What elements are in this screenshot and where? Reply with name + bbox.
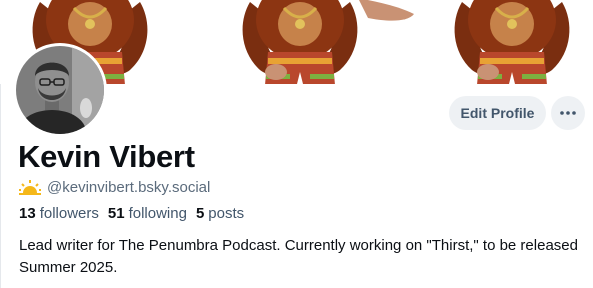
posts-stat: 5 posts: [196, 205, 244, 222]
left-border: [0, 84, 1, 288]
following-count: 51: [107, 205, 125, 222]
posts-count: 5: [195, 205, 205, 222]
profile-stats: 13 followers 51 following 5 posts: [19, 205, 253, 222]
followers-label: followers: [39, 205, 99, 222]
following-label: following: [128, 205, 187, 222]
handle-row: @kevinvibert.bsky.social: [19, 177, 210, 197]
sun-emoji-icon: [19, 180, 41, 195]
followers-count: 13: [19, 205, 36, 222]
profile-bio: Lead writer for The Penumbra Podcast. Cu…: [19, 237, 578, 276]
followers-link[interactable]: 13 followers: [19, 205, 99, 222]
following-link[interactable]: 51 following: [108, 205, 187, 222]
edit-profile-button[interactable]: Edit Profile: [449, 96, 546, 130]
more-horizontal-icon: [560, 111, 576, 115]
avatar[interactable]: [13, 43, 107, 137]
posts-label: posts: [208, 205, 245, 222]
user-handle[interactable]: @kevinvibert.bsky.social: [47, 179, 210, 196]
display-name: Kevin Vibert: [18, 139, 195, 174]
more-options-button[interactable]: [551, 96, 585, 130]
